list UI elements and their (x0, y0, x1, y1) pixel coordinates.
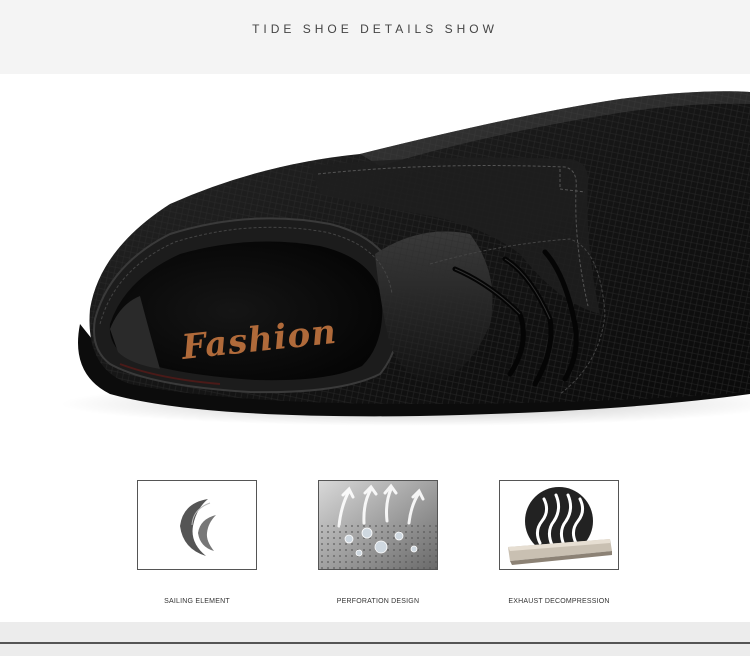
shoe-detail-photo: Fashion (0, 74, 750, 450)
feature-caption: PERFORATION DESIGN (336, 598, 420, 605)
feature-sailing-element: SAILING ELEMENT (137, 480, 257, 605)
feature-perforation-design: PERFORATION DESIGN (318, 480, 438, 605)
feature-exhaust-decompression: EXHAUST DECOMPRESSION (499, 480, 619, 605)
perforation-design-icon (319, 481, 437, 569)
feature-image-box (318, 480, 438, 570)
header-band: TIDE SHOE DETAILS SHOW (0, 0, 750, 74)
feature-image-box (499, 480, 619, 570)
features-row: SAILING ELEMENT PERFORATION DESIGN EXHAU… (0, 450, 750, 622)
exhaust-decompression-icon (508, 487, 612, 565)
footer-band (0, 622, 750, 656)
feature-caption: EXHAUST DECOMPRESSION (508, 598, 610, 605)
feature-caption: SAILING ELEMENT (164, 598, 230, 605)
page-title: TIDE SHOE DETAILS SHOW (252, 22, 498, 36)
sailing-element-icon (180, 499, 216, 556)
shoe-illustration (60, 91, 750, 426)
footer-divider (0, 642, 750, 644)
feature-image-box (137, 480, 257, 570)
